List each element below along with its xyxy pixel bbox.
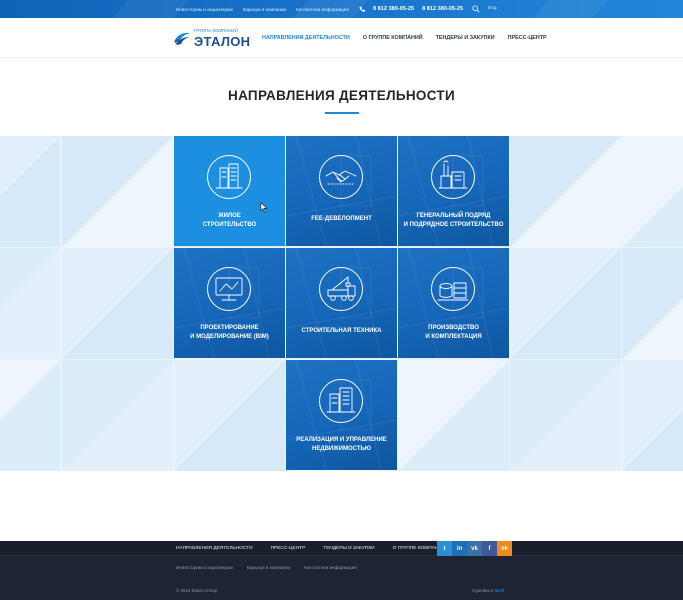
activity-tile-label-line: ГЕНЕРАЛЬНЫЙ ПОДРЯД (416, 213, 491, 219)
nav-item-press[interactable]: ПРЕСС-ЦЕНТР (508, 35, 547, 41)
crane-truck-icon (319, 267, 363, 311)
title-underline (325, 112, 359, 114)
activity-tile-label: СТРОИТЕЛЬНАЯ ТЕХНИКА (286, 327, 397, 336)
activity-tile-label: ПРОИЗВОДСТВО И КОМПЛЕКТАЦИЯ (398, 324, 509, 341)
language-switch[interactable]: Eng (488, 0, 497, 18)
background-cell (622, 248, 683, 359)
made-by-prefix: Сделано в (472, 588, 494, 593)
handshake-icon (319, 155, 363, 199)
background-cell (510, 360, 621, 471)
main-nav: НАПРАВЛЕНИЯ ДЕЯТЕЛЬНОСТИ О ГРУППЕ КОМПАН… (262, 18, 547, 58)
top-link-contacts[interactable]: Контактная информация (296, 7, 349, 12)
logo-subtitle: ГРУППА КОМПАНИЙ (194, 28, 238, 33)
site-footer: НАПРАВЛЕНИЯ ДЕЯТЕЛЬНОСТИ ПРЕСС-ЦЕНТР ТЕН… (0, 541, 683, 600)
background-cell (510, 248, 621, 359)
copyright: © 2015 Etalon Group (176, 588, 218, 593)
phone-number-1[interactable]: 8 812 380-05-25 (373, 6, 414, 12)
background-cell (62, 248, 173, 359)
company-logo[interactable]: ГРУППА КОМПАНИЙ ЭТАЛОН (172, 24, 252, 54)
vk-icon[interactable]: vk (467, 541, 482, 556)
activity-tile-label: ЖИЛОЕ СТРОИТЕЛЬСТВО (174, 212, 285, 229)
top-link-investors[interactable]: Инвесторам и акционерам (176, 7, 233, 12)
activity-tile[interactable]: FEE-ДЕВЕЛОПМЕНТ (286, 136, 397, 246)
phone-number-2[interactable]: 8 812 380-05-25 (422, 6, 463, 12)
twitter-icon[interactable]: t (437, 541, 452, 556)
activity-tile-label: FEE-ДЕВЕЛОПМЕНТ (286, 215, 397, 224)
activity-tile-label-line: И ПОДРЯДНОЕ СТРОИТЕЛЬСТВО (403, 221, 504, 228)
made-by: Сделано в Itech (472, 588, 504, 593)
footer-nav-press[interactable]: ПРЕСС-ЦЕНТР (271, 546, 306, 551)
activity-tile-label: ГЕНЕРАЛЬНЫЙ ПОДРЯД И ПОДРЯДНОЕ СТРОИТЕЛЬС… (398, 212, 509, 229)
background-cell (62, 360, 173, 471)
activity-tile[interactable]: ПРОЕКТИРОВАНИЕ И МОДЕЛИРОВАНИЕ (BIM) (174, 248, 285, 358)
logo-title: ЭТАЛОН (194, 34, 251, 49)
background-cell (398, 360, 509, 471)
page-title: НАПРАВЛЕНИЯ ДЕЯТЕЛЬНОСТИ (228, 88, 455, 103)
materials-stack-icon (431, 267, 475, 311)
mouse-cursor-icon (260, 202, 268, 213)
industrial-plant-icon (431, 155, 475, 199)
odnoklassniki-icon[interactable]: ok (497, 541, 512, 556)
linkedin-icon[interactable]: in (452, 541, 467, 556)
made-by-link[interactable]: Itech (495, 588, 505, 593)
computer-monitor-icon (207, 267, 251, 311)
background-cell (0, 136, 60, 247)
social-links: t in vk f ok (437, 541, 512, 556)
activity-tile[interactable]: СТРОИТЕЛЬНАЯ ТЕХНИКА (286, 248, 397, 358)
background-cell (622, 360, 683, 471)
top-link-career[interactable]: Карьера в компании (243, 7, 286, 12)
nav-item-tenders[interactable]: ТЕНДЕРЫ И ЗАКУПКИ (436, 35, 495, 41)
search-icon[interactable] (472, 5, 480, 13)
activity-tile-label: ПРОЕКТИРОВАНИЕ И МОДЕЛИРОВАНИЕ (BIM) (174, 324, 285, 341)
footer-link-investors[interactable]: Инвесторам и акционерам (176, 565, 233, 570)
background-cell (0, 360, 60, 471)
top-links: Инвесторам и акционерам Карьера в компан… (176, 0, 349, 18)
activity-tile-label-line: ПРОИЗВОДСТВО (428, 325, 479, 331)
activity-tile[interactable]: РЕАЛИЗАЦИЯ И УПРАВЛЕНИЕ НЕДВИЖИМОСТЬЮ (286, 360, 397, 470)
activity-tile[interactable]: ПРОИЗВОДСТВО И КОМПЛЕКТАЦИЯ (398, 248, 509, 358)
background-cell (622, 136, 683, 247)
nav-item-activities[interactable]: НАПРАВЛЕНИЯ ДЕЯТЕЛЬНОСТИ (262, 35, 350, 41)
phone-icon (359, 6, 365, 12)
activity-tile-label: РЕАЛИЗАЦИЯ И УПРАВЛЕНИЕ НЕДВИЖИМОСТЬЮ (286, 436, 397, 453)
activity-tile-label-line: ПРОЕКТИРОВАНИЕ (200, 325, 259, 331)
activity-tile[interactable]: ГЕНЕРАЛЬНЫЙ ПОДРЯД И ПОДРЯДНОЕ СТРОИТЕЛЬС… (398, 136, 509, 246)
background-cell (510, 136, 621, 247)
footer-link-career[interactable]: Карьера в компании (247, 565, 290, 570)
footer-link-contacts[interactable]: Контактная информация (304, 565, 357, 570)
phone-numbers: 8 812 380-05-25 8 812 380-05-25 (359, 0, 463, 18)
activities-grid: ЖИЛОЕ СТРОИТЕЛЬСТВО FEE-ДЕВЕЛОПМЕНТ ГЕНЕРАЛ… (0, 136, 683, 471)
real-estate-building-icon (319, 379, 363, 423)
activity-tile-label-line: И КОМПЛЕКТАЦИЯ (425, 333, 482, 340)
activity-tile[interactable]: ЖИЛОЕ СТРОИТЕЛЬСТВО (174, 136, 285, 246)
activity-tile-label-line: ЖИЛОЕ (218, 213, 241, 219)
residential-building-icon (207, 155, 251, 199)
activity-tile-label-line: СТРОИТЕЛЬНАЯ ТЕХНИКА (301, 328, 382, 334)
facebook-icon[interactable]: f (482, 541, 497, 556)
footer-links: Инвесторам и акционерам Карьера в компан… (176, 565, 357, 570)
background-cell (174, 360, 285, 471)
activity-tile-label-line: НЕДВИЖИМОСТЬЮ (311, 445, 371, 452)
activity-tile-label-line: FEE-ДЕВЕЛОПМЕНТ (311, 216, 372, 222)
background-cell (0, 248, 60, 359)
nav-item-about[interactable]: О ГРУППЕ КОМПАНИЙ (363, 35, 423, 41)
footer-nav: НАПРАВЛЕНИЯ ДЕЯТЕЛЬНОСТИ ПРЕСС-ЦЕНТР ТЕН… (176, 541, 445, 556)
logo-mark-icon (174, 32, 190, 45)
footer-nav-activities[interactable]: НАПРАВЛЕНИЯ ДЕЯТЕЛЬНОСТИ (176, 546, 253, 551)
top-bar: Инвесторам и акционерам Карьера в компан… (0, 0, 683, 18)
activity-tile-label-line: СТРОИТЕЛЬСТВО (202, 221, 257, 228)
activity-tile-label-line: И МОДЕЛИРОВАНИЕ (BIM) (190, 333, 269, 340)
footer-nav-tenders[interactable]: ТЕНДЕРЫ И ЗАКУПКИ (323, 546, 374, 551)
background-cell (62, 136, 173, 247)
activity-tile-label-line: РЕАЛИЗАЦИЯ И УПРАВЛЕНИЕ (296, 437, 387, 443)
